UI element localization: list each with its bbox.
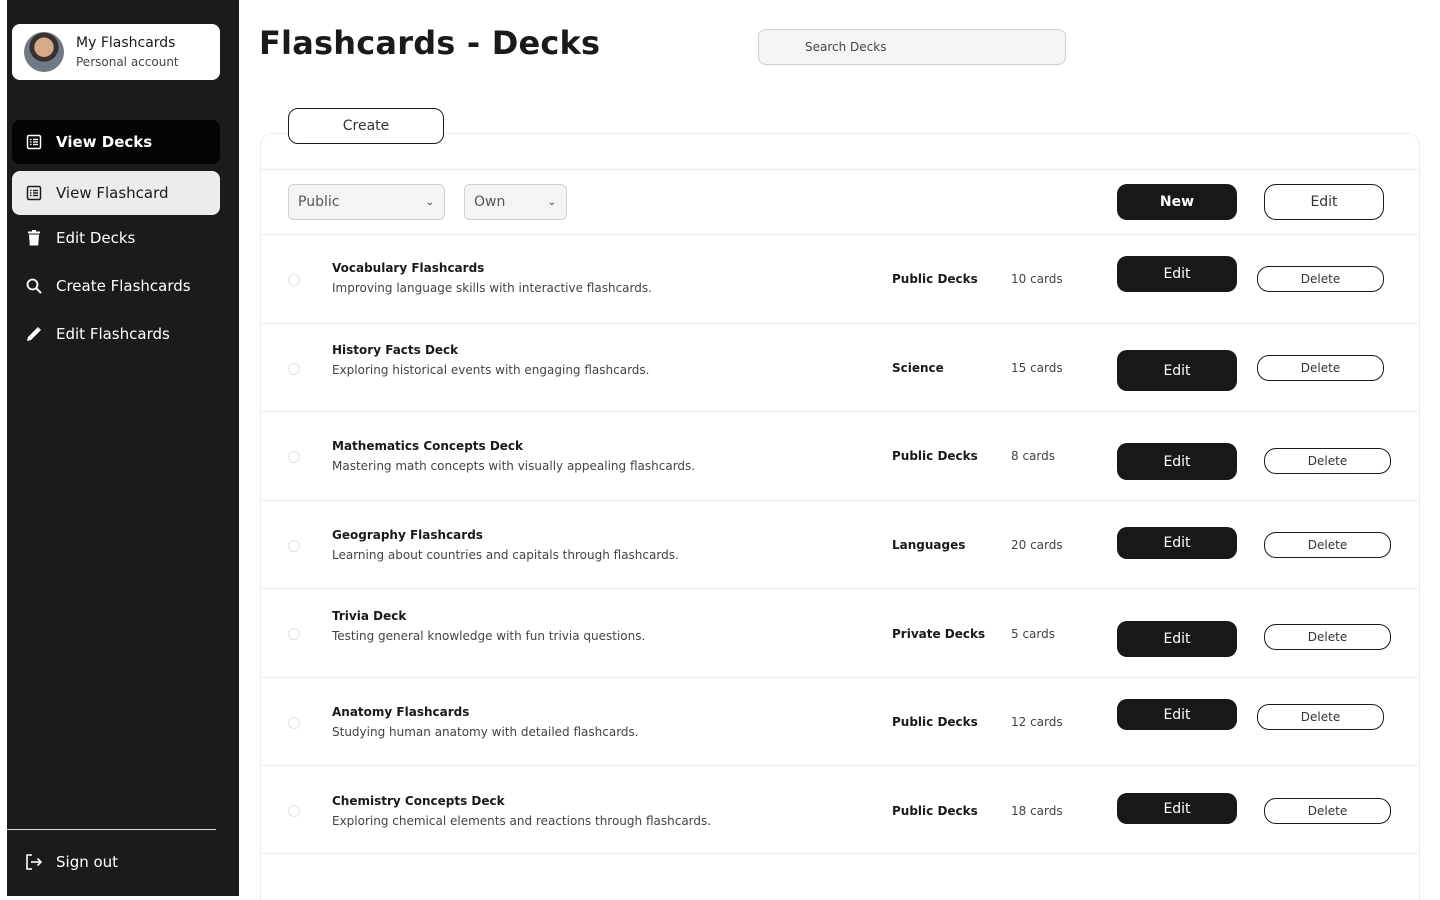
visibility-filter-select[interactable]: Public ⌄ <box>288 184 445 220</box>
deck-description: Improving language skills with interacti… <box>332 281 652 295</box>
deck-category: Public Decks <box>892 804 978 818</box>
delete-deck-button[interactable]: Delete <box>1257 355 1384 381</box>
deck-category: Public Decks <box>892 715 978 729</box>
table-row[interactable]: History Facts Deck Exploring historical … <box>260 323 1417 412</box>
deck-card-count: 10 cards <box>1011 272 1063 286</box>
edit-deck-button[interactable]: Edit <box>1117 443 1237 480</box>
sidebar: My Flashcards Personal account View Deck… <box>7 0 239 896</box>
deck-description: Exploring historical events with engagin… <box>332 363 650 377</box>
table-row[interactable]: Anatomy Flashcards Studying human anatom… <box>260 677 1417 766</box>
sidebar-item-label: Create Flashcards <box>56 277 191 295</box>
avatar <box>24 32 64 72</box>
pencil-icon <box>25 325 43 343</box>
sidebar-item-view-decks[interactable]: View Decks <box>12 120 220 164</box>
visibility-filter-value: Public <box>298 194 340 210</box>
deck-title: Mathematics Concepts Deck <box>332 439 524 453</box>
sign-out-icon <box>25 853 43 871</box>
deck-title: Vocabulary Flashcards <box>332 261 485 275</box>
deck-card-count: 20 cards <box>1011 538 1063 552</box>
delete-deck-button[interactable]: Delete <box>1257 704 1384 730</box>
owner-filter-value: Own <box>474 194 506 210</box>
row-radio[interactable] <box>288 540 300 552</box>
row-radio[interactable] <box>288 363 300 375</box>
chevron-down-icon: ⌄ <box>547 196 556 208</box>
deck-category: Public Decks <box>892 449 978 463</box>
list-icon <box>25 133 43 151</box>
list-icon <box>25 184 43 202</box>
delete-deck-button[interactable]: Delete <box>1264 448 1391 474</box>
profile-card[interactable]: My Flashcards Personal account <box>12 24 220 80</box>
sidebar-item-create-flashcards[interactable]: Create Flashcards <box>12 264 220 308</box>
create-button[interactable]: Create <box>288 108 444 144</box>
trash-icon <box>25 229 43 247</box>
deck-title: Trivia Deck <box>332 609 407 623</box>
table-row[interactable]: Chemistry Concepts Deck Exploring chemic… <box>260 765 1417 854</box>
sidebar-item-edit-decks[interactable]: Edit Decks <box>12 216 220 260</box>
sidebar-item-label: Edit Decks <box>56 229 136 247</box>
sign-out-button[interactable]: Sign out <box>25 853 118 871</box>
deck-category: Public Decks <box>892 272 978 286</box>
deck-title: Chemistry Concepts Deck <box>332 794 505 808</box>
new-deck-button[interactable]: New <box>1117 184 1237 220</box>
edit-deck-button[interactable]: Edit <box>1117 793 1237 824</box>
owner-filter-select[interactable]: Own ⌄ <box>464 184 567 220</box>
table-row[interactable]: Mathematics Concepts Deck Mastering math… <box>260 411 1417 500</box>
deck-title: Anatomy Flashcards <box>332 705 470 719</box>
profile-text: My Flashcards Personal account <box>76 34 179 70</box>
edit-deck-button[interactable]: Edit <box>1117 699 1237 730</box>
table-row[interactable]: Vocabulary Flashcards Improving language… <box>260 234 1417 323</box>
deck-card-count: 12 cards <box>1011 715 1063 729</box>
edit-toolbar-button[interactable]: Edit <box>1264 184 1384 220</box>
deck-description: Studying human anatomy with detailed fla… <box>332 725 639 739</box>
deck-card-count: 18 cards <box>1011 804 1063 818</box>
deck-description: Exploring chemical elements and reaction… <box>332 814 712 828</box>
sign-out-label: Sign out <box>56 853 119 871</box>
edit-deck-button[interactable]: Edit <box>1117 256 1237 292</box>
delete-deck-button[interactable]: Delete <box>1264 624 1391 650</box>
search-input[interactable] <box>758 29 1066 65</box>
sidebar-item-label: View Decks <box>56 133 153 151</box>
row-radio[interactable] <box>288 805 300 817</box>
row-radio[interactable] <box>288 274 300 286</box>
row-radio[interactable] <box>288 717 300 729</box>
sidebar-item-view-flashcard[interactable]: View Flashcard <box>12 171 220 215</box>
deck-category: Science <box>892 361 944 375</box>
deck-description: Testing general knowledge with fun trivi… <box>332 629 646 643</box>
deck-description: Learning about countries and capitals th… <box>332 548 679 562</box>
deck-category: Private Decks <box>892 627 986 641</box>
chevron-down-icon: ⌄ <box>425 196 434 208</box>
sidebar-item-label: View Flashcard <box>56 184 169 202</box>
row-radio[interactable] <box>288 628 300 640</box>
page-title: Flashcards - Decks <box>259 24 601 62</box>
delete-deck-button[interactable]: Delete <box>1257 266 1384 292</box>
profile-subtitle: Personal account <box>76 55 179 69</box>
deck-card-count: 15 cards <box>1011 361 1063 375</box>
table-row[interactable]: Trivia Deck Testing general knowledge wi… <box>260 588 1417 677</box>
deck-title: Geography Flashcards <box>332 528 483 542</box>
delete-deck-button[interactable]: Delete <box>1264 798 1391 824</box>
search-icon <box>25 277 43 295</box>
deck-card-count: 8 cards <box>1011 449 1055 463</box>
deck-description: Mastering math concepts with visually ap… <box>332 459 696 473</box>
edit-deck-button[interactable]: Edit <box>1117 621 1237 657</box>
sidebar-item-label: Edit Flashcards <box>56 325 170 343</box>
edit-deck-button[interactable]: Edit <box>1117 350 1237 391</box>
row-radio[interactable] <box>288 451 300 463</box>
edit-deck-button[interactable]: Edit <box>1117 527 1237 559</box>
sidebar-item-edit-flashcards[interactable]: Edit Flashcards <box>12 312 220 356</box>
sidebar-divider <box>7 829 216 830</box>
deck-title: History Facts Deck <box>332 343 459 357</box>
toolbar-divider <box>260 169 1418 170</box>
delete-deck-button[interactable]: Delete <box>1264 532 1391 558</box>
deck-card-count: 5 cards <box>1011 627 1055 641</box>
profile-name: My Flashcards <box>76 35 176 51</box>
table-row[interactable]: Geography Flashcards Learning about coun… <box>260 500 1417 589</box>
deck-category: Languages <box>892 538 966 552</box>
